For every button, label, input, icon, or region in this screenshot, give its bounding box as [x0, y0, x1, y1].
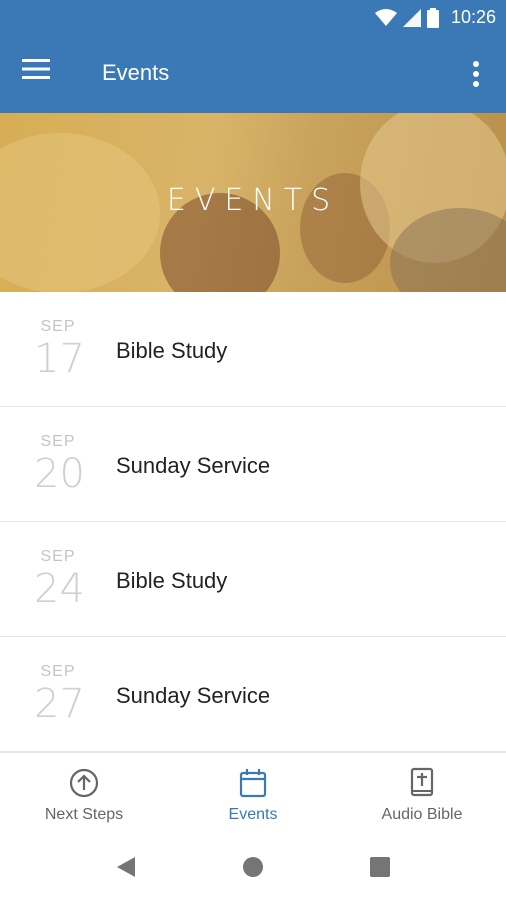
tab-audio-bible[interactable]: Audio Bible: [338, 753, 506, 835]
event-day: 20: [34, 451, 85, 497]
more-vert-icon: [473, 61, 479, 87]
event-item[interactable]: SEP 27 Sunday Service: [0, 637, 506, 752]
event-item[interactable]: SEP 20 Sunday Service: [0, 407, 506, 522]
tab-events-label: Events: [228, 806, 278, 823]
tab-next-steps-label: Next Steps: [44, 806, 124, 823]
tab-events[interactable]: Events: [169, 753, 337, 835]
event-title: Bible Study: [116, 338, 228, 363]
event-month: SEP: [40, 548, 76, 565]
recents-icon[interactable]: [369, 856, 391, 878]
event-day: 27: [34, 681, 85, 727]
status-time: 10:26: [450, 7, 496, 27]
event-item[interactable]: SEP 17 Bible Study: [0, 292, 506, 407]
event-day: 24: [34, 566, 85, 612]
event-day: 17: [34, 336, 85, 382]
page-title: Events: [102, 60, 170, 85]
tab-next-steps[interactable]: Next Steps: [0, 753, 168, 835]
bible-icon: [410, 767, 434, 797]
bottom-navigation: Next Steps Events Audio Bible: [0, 752, 506, 835]
event-item[interactable]: SEP 24 Bible Study: [0, 522, 506, 637]
system-navigation-bar: [0, 834, 506, 900]
event-title: Bible Study: [116, 568, 228, 593]
hamburger-icon: [22, 59, 50, 79]
back-icon[interactable]: [115, 856, 137, 878]
home-icon[interactable]: [242, 856, 264, 878]
event-month: SEP: [40, 318, 76, 335]
wifi-icon: [374, 8, 397, 26]
hero-title: EVENTS: [166, 183, 340, 218]
event-list: SEP 17 Bible Study SEP 20 Sunday Service…: [0, 292, 506, 752]
calendar-icon: [239, 769, 267, 798]
signal-icon: [402, 8, 421, 27]
battery-icon: [426, 7, 439, 28]
tab-audio-bible-label: Audio Bible: [381, 806, 463, 823]
app-bar: Events: [0, 36, 506, 113]
more-options-button[interactable]: [464, 56, 488, 92]
event-title: Sunday Service: [116, 683, 271, 708]
event-month: SEP: [40, 663, 76, 680]
hero-banner: EVENTS: [0, 113, 506, 292]
arrow-up-circle-icon: [69, 768, 99, 798]
event-month: SEP: [40, 433, 76, 450]
status-icons: 10:26: [374, 7, 496, 28]
status-bar: 10:26: [0, 0, 506, 36]
menu-button[interactable]: [22, 58, 58, 90]
event-title: Sunday Service: [116, 453, 271, 478]
